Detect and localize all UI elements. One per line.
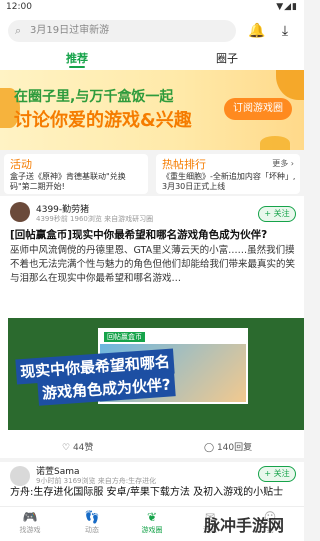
leaf-decoration bbox=[276, 70, 304, 100]
feature-cards: 活动 盒子送《原神》肯德基联动"兑换码"第二期开始! 热帖排行 更多 › 《重生… bbox=[0, 152, 304, 194]
nav-label: 游戏圈 bbox=[141, 526, 163, 534]
follow-button[interactable]: + 关注 bbox=[258, 466, 296, 482]
tab-circle[interactable]: 圈子 bbox=[216, 50, 238, 66]
status-icons: ▼◢▮ bbox=[276, 2, 298, 12]
post-title[interactable]: [回帖赢盒币]现实中你最希望和哪名游戏角色成为伙伴? bbox=[10, 228, 300, 242]
gamepad-icon: 🎮 bbox=[22, 510, 38, 524]
banner-line2: 讨论你爱的游戏&兴趣 bbox=[14, 110, 192, 131]
comment-icon: ◯ bbox=[204, 443, 217, 453]
promo-banner[interactable]: 在圈子里,与万千盒饭一起 讨论你爱的游戏&兴趣 订阅游戏圈 bbox=[0, 70, 304, 150]
comment-button[interactable]: ◯ 140回复 bbox=[204, 440, 252, 453]
like-button[interactable]: ♡ 44赞 bbox=[62, 440, 93, 453]
post-title[interactable]: 方舟:生存进化国际服 安卓/苹果下载方法 及初入游戏的小贴士 bbox=[10, 486, 300, 500]
post-image[interactable]: 回帖赢盒币 现实中你最希望和哪名 游戏角色成为伙伴? bbox=[8, 318, 304, 430]
activity-card[interactable]: 活动 盒子送《原神》肯德基联动"兑换码"第二期开始! bbox=[4, 154, 148, 194]
banner-line1: 在圈子里,与万千盒饭一起 bbox=[14, 89, 174, 105]
search-placeholder: 3月19日过审新游 bbox=[30, 25, 110, 36]
hot-posts-title: 热帖排行 bbox=[162, 158, 206, 171]
nav-feed[interactable]: 👣 动态 bbox=[72, 510, 112, 535]
watermark: 脉冲手游网 bbox=[204, 516, 285, 535]
follow-button[interactable]: + 关注 bbox=[258, 206, 296, 222]
leaf-decoration bbox=[260, 136, 290, 150]
avatar[interactable] bbox=[10, 202, 30, 222]
footprint-icon: 👣 bbox=[84, 510, 100, 524]
tab-underline bbox=[69, 66, 85, 68]
nav-find-games[interactable]: 🎮 找游戏 bbox=[10, 510, 50, 535]
leaf-icon: ❦ bbox=[146, 510, 158, 524]
post-card[interactable]: 诺萱Sama 9小时前 3169浏览 来自方舟:生存进化 + 关注 方舟:生存进… bbox=[0, 462, 304, 506]
post-meta: 4399秒前 1960浏览 来自游戏研习圈 bbox=[36, 215, 154, 223]
top-tabs: 推荐 圈子 bbox=[0, 46, 304, 70]
nav-label: 找游戏 bbox=[19, 526, 41, 534]
post-card[interactable]: 4399-勤劳猪 4399秒前 1960浏览 来自游戏研习圈 + 关注 [回帖赢… bbox=[0, 196, 304, 458]
post-body[interactable]: 巫师中风流倜傥的丹德里恩、GTA里义薄云天的小富……虽然我们摸不着也无法完满个性… bbox=[10, 244, 300, 286]
comment-count: 140回复 bbox=[216, 443, 253, 453]
post-meta: 9小时前 3169浏览 来自方舟:生存进化 bbox=[36, 477, 157, 485]
nav-game-circle[interactable]: ❦ 游戏圈 bbox=[132, 510, 172, 535]
activity-title: 活动 bbox=[10, 158, 32, 171]
status-time: 12:00 bbox=[6, 2, 32, 12]
heart-icon: ♡ bbox=[62, 443, 73, 453]
tab-recommend[interactable]: 推荐 bbox=[66, 50, 88, 66]
search-input[interactable]: ⌕ 3月19日过审新游 bbox=[8, 20, 236, 42]
activity-text: 盒子送《原神》肯德基联动"兑换码"第二期开始! bbox=[10, 172, 126, 191]
search-icon: ⌕ bbox=[15, 24, 22, 37]
subscribe-button[interactable]: 订阅游戏圈 bbox=[224, 98, 292, 120]
nav-label: 动态 bbox=[85, 526, 99, 534]
hot-posts-card[interactable]: 热帖排行 更多 › 《重生细胞》-全新追加内容「坏种」, 3月30日正式上线 bbox=[156, 154, 300, 194]
status-bar: 12:00 ▼◢▮ bbox=[0, 0, 304, 16]
more-link[interactable]: 更多 › bbox=[272, 158, 294, 169]
post-stats: ♡ 44赞 ◯ 140回复 bbox=[0, 436, 304, 456]
post-image-label: 回帖赢盒币 bbox=[104, 332, 145, 342]
like-count: 44赞 bbox=[72, 443, 94, 453]
bell-icon[interactable]: 🔔 bbox=[248, 22, 266, 40]
search-row: ⌕ 3月19日过审新游 🔔 ⤓ bbox=[0, 16, 304, 46]
hot-posts-text: 《重生细胞》-全新追加内容「坏种」, 3月30日正式上线 bbox=[162, 172, 296, 191]
avatar[interactable] bbox=[10, 466, 30, 486]
download-icon[interactable]: ⤓ bbox=[276, 22, 294, 40]
